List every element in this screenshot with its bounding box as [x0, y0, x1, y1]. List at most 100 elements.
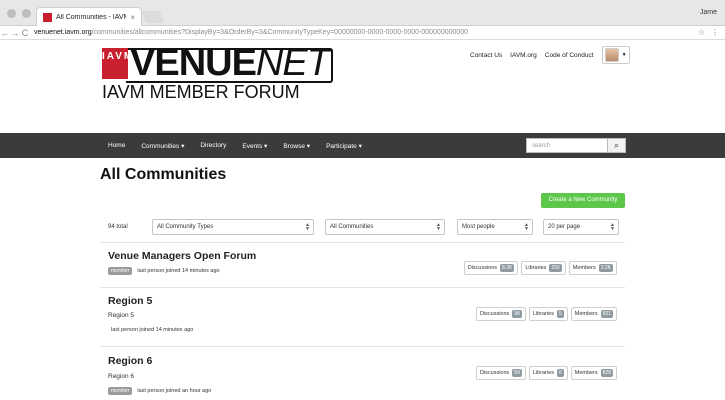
- select-arrows-icon: ▲ ▼: [305, 222, 310, 232]
- divider: [100, 346, 625, 347]
- stat-count: 59: [512, 369, 522, 377]
- member-badge: member: [108, 267, 133, 275]
- page-title: All Communities: [100, 166, 227, 183]
- forward-icon[interactable]: →: [10, 28, 20, 38]
- venuenet-logo[interactable]: IAVM VENUENET IAVM MEMBER FORUM: [100, 42, 336, 110]
- community-meta: last person joined 14 minutes ago: [111, 327, 193, 333]
- logo-net: NET: [255, 42, 330, 84]
- per-page-select[interactable]: 20 per page ▲ ▼: [543, 219, 619, 235]
- libraries-stat[interactable]: Libraries 5: [528, 307, 568, 321]
- reload-icon[interactable]: C: [20, 28, 30, 38]
- logo-wordmark: VENUENET: [130, 42, 330, 84]
- search-icon[interactable]: ⌕: [608, 138, 626, 153]
- new-tab-button[interactable]: [141, 11, 165, 23]
- chevron-down-icon: ▼: [621, 52, 627, 58]
- back-icon[interactable]: ←: [0, 28, 10, 38]
- search-box: search ⌕: [526, 138, 626, 153]
- last-joined-text: last person joined 14 minutes ago: [111, 327, 194, 333]
- utility-links: Contact Us IAVM.org Code of Conduct ▼: [470, 46, 630, 64]
- stat-label: Discussions: [467, 265, 498, 271]
- discussions-stat[interactable]: Discussions 8.2K: [463, 261, 519, 275]
- members-stat[interactable]: Members 3.2K: [568, 261, 617, 275]
- community-type-select[interactable]: All Community Types ▲ ▼: [152, 219, 314, 235]
- last-joined-text: last person joined an hour ago: [137, 388, 212, 394]
- libraries-stat[interactable]: Libraries 6: [528, 366, 568, 380]
- community-card: Region 5 Region 5 last person joined 14 …: [100, 295, 625, 341]
- community-card: Region 6 Region 6 member last person joi…: [100, 355, 625, 400]
- stat-count: 5: [556, 310, 564, 318]
- community-meta: member last person joined an hour ago: [108, 387, 211, 395]
- select-arrows-icon: ▲ ▼: [436, 222, 441, 232]
- select-arrows-icon: ▲ ▼: [610, 222, 615, 232]
- avatar: [604, 48, 619, 62]
- logo-iavm-mark: IAVM: [102, 48, 132, 79]
- nav-browse[interactable]: Browse ▾: [283, 142, 310, 150]
- browser-tab-bar: All Communities - IAVM | Ven × Jame: [0, 0, 725, 26]
- community-filter-select[interactable]: All Communities ▲ ▼: [325, 219, 445, 235]
- stat-label: Discussions: [479, 370, 510, 376]
- divider: [100, 242, 625, 243]
- sort-select[interactable]: Most people ▲ ▼: [457, 219, 533, 235]
- community-filter-value: All Communities: [330, 224, 374, 230]
- stat-count: 921: [600, 310, 613, 318]
- browser-tab[interactable]: All Communities - IAVM | Ven ×: [36, 7, 142, 26]
- nav-home[interactable]: Home: [108, 142, 125, 149]
- close-window-button[interactable]: [7, 9, 16, 18]
- community-meta: member last person joined 14 minutes ago: [108, 267, 220, 275]
- community-stats: Discussions 98 Libraries 5 Members 921: [475, 307, 617, 321]
- contact-us-link[interactable]: Contact Us: [470, 52, 502, 59]
- stat-label: Libraries: [525, 265, 547, 271]
- address-bar: ← → C venuenet.iavm.org/communities/allc…: [0, 26, 725, 40]
- search-input[interactable]: search: [526, 138, 608, 153]
- discussions-stat[interactable]: Discussions 98: [475, 307, 526, 321]
- members-stat[interactable]: Members 828: [570, 366, 617, 380]
- create-community-button[interactable]: Create a New Community: [541, 193, 625, 208]
- code-of-conduct-link[interactable]: Code of Conduct: [545, 52, 594, 59]
- member-badge: member: [108, 387, 133, 395]
- bookmark-star-icon[interactable]: ☆: [698, 28, 705, 37]
- libraries-stat[interactable]: Libraries 250: [521, 261, 566, 275]
- logo-venue: VENUE: [130, 42, 257, 84]
- nav-participate[interactable]: Participate ▾: [326, 142, 362, 150]
- nav-communities[interactable]: Communities ▾: [141, 142, 184, 150]
- community-card: Venue Managers Open Forum member last pe…: [100, 250, 625, 286]
- browser-profile-name[interactable]: Jame: [700, 9, 717, 16]
- stat-count: 98: [512, 310, 522, 318]
- stat-label: Discussions: [479, 311, 510, 317]
- browser-menu-icon[interactable]: ⋮: [711, 28, 719, 37]
- per-page-value: 20 per page: [548, 224, 581, 230]
- nav-directory[interactable]: Directory: [200, 142, 226, 149]
- stat-label: Libraries: [532, 311, 554, 317]
- stat-label: Libraries: [532, 370, 554, 376]
- iavm-org-link[interactable]: IAVM.org: [510, 52, 537, 59]
- community-subtitle: Region 5: [108, 312, 135, 319]
- community-type-value: All Community Types: [157, 224, 214, 230]
- logo-tagline: IAVM MEMBER FORUM: [102, 82, 300, 102]
- close-tab-icon[interactable]: ×: [130, 13, 135, 22]
- discussions-stat[interactable]: Discussions 59: [475, 366, 526, 380]
- community-stats: Discussions 8.2K Libraries 250 Members 3.2K: [463, 261, 617, 275]
- community-title-link[interactable]: Venue Managers Open Forum: [108, 250, 256, 262]
- community-title-link[interactable]: Region 5: [108, 295, 152, 307]
- nav-events[interactable]: Events ▾: [242, 142, 267, 150]
- stat-count: 8.2K: [500, 264, 515, 272]
- members-stat[interactable]: Members 921: [570, 307, 617, 321]
- stat-count: 828: [600, 369, 613, 377]
- stat-label: Members: [572, 265, 596, 271]
- user-menu[interactable]: ▼: [601, 46, 630, 64]
- sort-value: Most people: [462, 224, 495, 230]
- community-subtitle: Region 6: [108, 373, 135, 380]
- favicon-icon: [43, 12, 52, 22]
- stat-count: 3.2K: [598, 264, 613, 272]
- url-field[interactable]: venuenet.iavm.org/communities/allcommuni…: [34, 29, 468, 36]
- community-title-link[interactable]: Region 6: [108, 355, 152, 367]
- stat-count: 6: [556, 369, 564, 377]
- last-joined-text: last person joined 14 minutes ago: [137, 268, 220, 274]
- stat-count: 250: [549, 264, 562, 272]
- divider: [100, 287, 625, 288]
- minimize-window-button[interactable]: [22, 9, 31, 18]
- total-count: 94 total: [108, 224, 128, 230]
- filter-bar: 94 total All Community Types ▲ ▼ All Comm…: [100, 219, 625, 235]
- stat-label: Members: [574, 370, 598, 376]
- url-path: /communities/allcommunities?DisplayBy=3&…: [91, 29, 469, 36]
